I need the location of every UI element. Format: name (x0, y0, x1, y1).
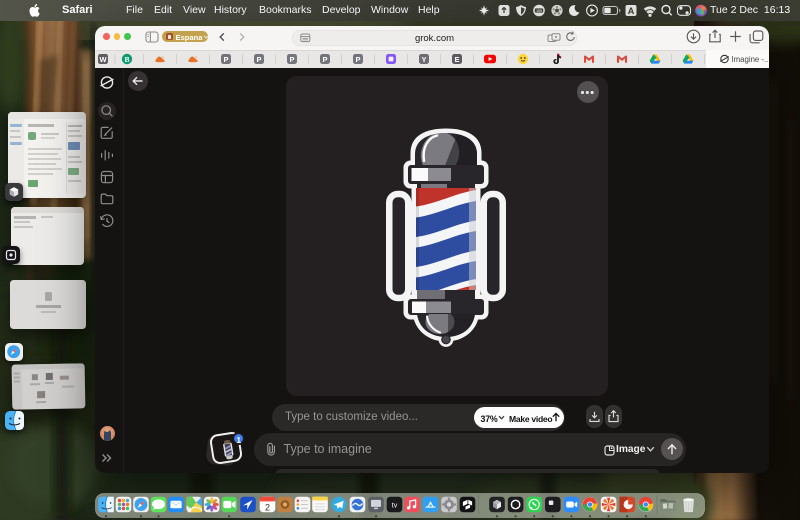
svg-text:A: A (628, 6, 635, 16)
svg-text:Imagine -...: Imagine -... (732, 55, 770, 64)
svg-text:P: P (256, 55, 261, 64)
svg-text:P: P (289, 55, 294, 64)
svg-text:P: P (355, 55, 360, 64)
svg-text:Y: Y (421, 55, 426, 64)
svg-text:P: P (322, 55, 327, 64)
svg-text:P: P (223, 55, 228, 64)
svg-text:E: E (454, 55, 459, 64)
svg-text:W: W (99, 55, 107, 64)
svg-text:B: B (124, 55, 129, 64)
svg-text:tv: tv (392, 503, 398, 510)
svg-text:2: 2 (265, 503, 270, 513)
svg-text:185: 185 (536, 9, 542, 13)
